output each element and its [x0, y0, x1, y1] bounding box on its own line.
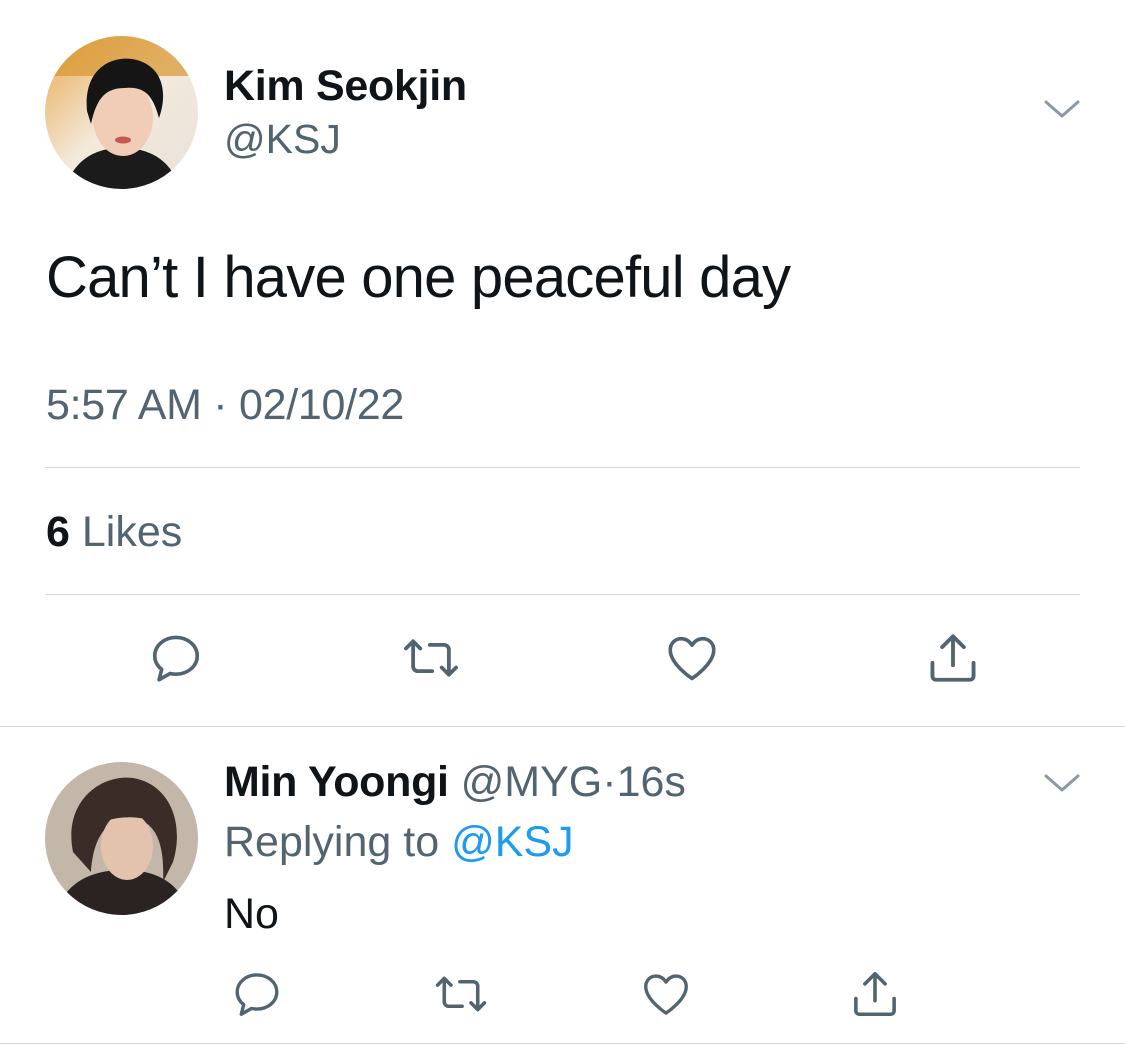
- divider: [45, 467, 1080, 468]
- reply-time[interactable]: 16s: [617, 758, 686, 806]
- reply-icon: [230, 967, 284, 1021]
- reply-author-name[interactable]: Min Yoongi: [224, 758, 449, 806]
- more-options-chevron-down-icon[interactable]: [1040, 94, 1084, 124]
- tweet-timestamp[interactable]: 5:57 AM · 02/10/22: [46, 381, 404, 430]
- likes-stat[interactable]: 6 Likes: [46, 508, 182, 557]
- like-icon: [662, 629, 722, 687]
- replying-to-link[interactable]: @KSJ: [451, 818, 574, 866]
- divider: [0, 726, 1125, 727]
- retweet-icon: [432, 967, 490, 1021]
- author-avatar[interactable]: [45, 36, 198, 189]
- retweet-icon: [400, 629, 462, 687]
- retweet-button[interactable]: [400, 627, 462, 689]
- like-button[interactable]: [661, 627, 723, 689]
- tweet-text: Can’t I have one peaceful day: [46, 245, 791, 310]
- share-icon: [848, 966, 902, 1022]
- reply-header: Min Yoongi @MYG·16s: [224, 758, 686, 807]
- author-name[interactable]: Kim Seokjin: [224, 62, 467, 111]
- reply-button[interactable]: [145, 627, 207, 689]
- divider: [0, 1043, 1125, 1044]
- replying-to-line: Replying to @KSJ: [224, 818, 574, 867]
- reply-retweet-button[interactable]: [430, 963, 492, 1025]
- likes-label: Likes: [81, 508, 183, 556]
- reply-author-avatar[interactable]: [45, 762, 198, 915]
- reply-like-button[interactable]: [635, 963, 697, 1025]
- reply-icon: [147, 629, 205, 687]
- like-icon: [638, 967, 694, 1021]
- reply-share-button[interactable]: [844, 963, 906, 1025]
- replying-to-prefix: Replying to: [224, 818, 440, 866]
- reply-more-options-chevron-down-icon[interactable]: [1040, 768, 1084, 798]
- divider: [45, 594, 1080, 595]
- share-button[interactable]: [922, 627, 984, 689]
- likes-count: 6: [46, 508, 70, 556]
- reply-text: No: [224, 890, 279, 938]
- author-handle[interactable]: @KSJ: [224, 116, 341, 163]
- separator-dot: ·: [602, 758, 617, 806]
- share-icon: [924, 628, 982, 688]
- reply-author-handle[interactable]: @MYG: [461, 758, 603, 806]
- reply-reply-button[interactable]: [226, 963, 288, 1025]
